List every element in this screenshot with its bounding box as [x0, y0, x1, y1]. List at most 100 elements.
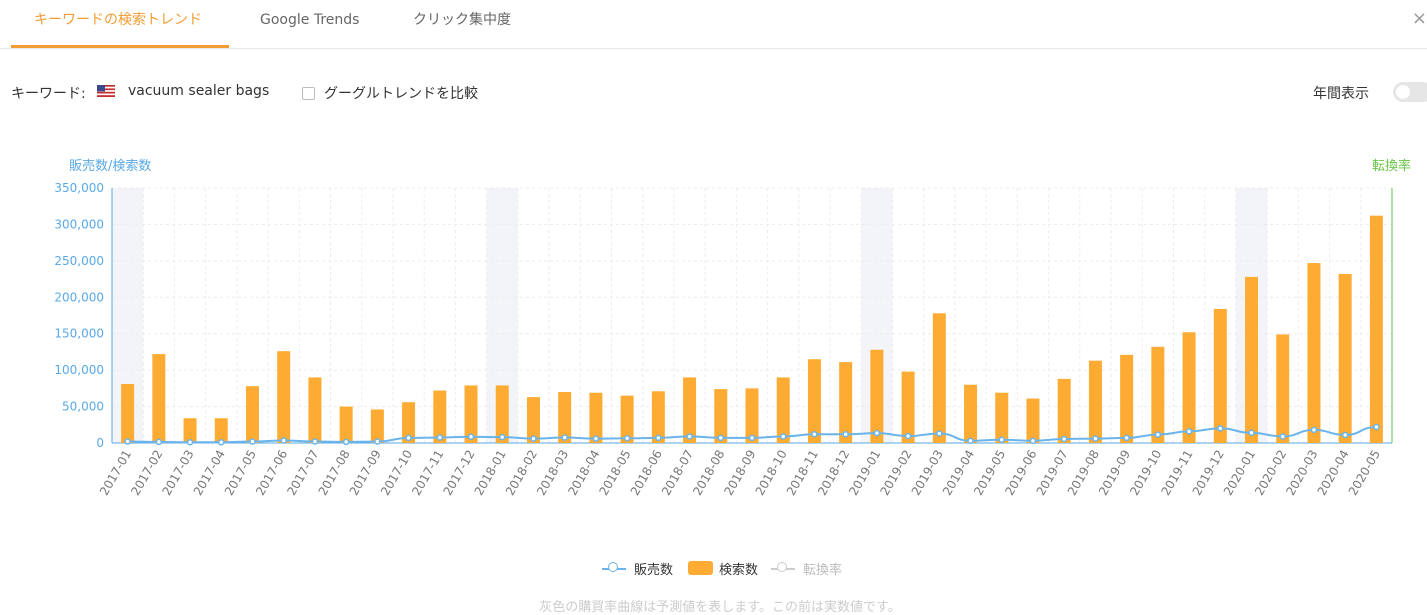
us-flag-icon [97, 85, 115, 97]
sales-point [686, 433, 693, 440]
sales-point [623, 435, 631, 442]
search-bar [370, 409, 384, 443]
search-bar [995, 392, 1009, 443]
legend-sales-label: 販売数 [634, 563, 674, 578]
search-bar [1245, 276, 1259, 443]
sales-point [717, 434, 725, 442]
tab-click-concentration[interactable]: クリック集中度 [413, 0, 511, 48]
y-axis-right-title: 転換率 [1372, 158, 1411, 174]
compare-label: グーグルトレンドを比較 [324, 86, 478, 102]
search-bar [1307, 263, 1321, 443]
search-bar [964, 384, 978, 443]
search-bar [932, 313, 946, 443]
active-tab-indicator [11, 45, 229, 48]
y-tick-label: 200,000 [54, 290, 104, 304]
search-bar [839, 362, 853, 443]
search-bar [683, 377, 697, 443]
y-axis-left-title: 販売数/検索数 [69, 158, 151, 174]
sales-point [1185, 428, 1193, 435]
checkbox-icon[interactable] [302, 87, 315, 100]
search-bar [1057, 378, 1071, 443]
sales-point [1279, 433, 1286, 440]
legend-searches-swatch [688, 561, 713, 575]
y-tick-label: 300,000 [54, 217, 104, 231]
legend-conversion-marker [777, 562, 787, 572]
sales-point [561, 434, 568, 441]
sales-point [873, 429, 881, 437]
sales-point [467, 433, 475, 441]
sales-point [498, 433, 506, 441]
sales-point [1154, 431, 1162, 438]
legend-sales-marker [608, 562, 618, 572]
sales-point [405, 434, 412, 442]
toggle-knob [1396, 85, 1410, 99]
sales-point [1092, 435, 1099, 442]
sales-point [249, 438, 256, 445]
sales-point [1341, 431, 1349, 439]
search-bar [1369, 215, 1383, 443]
sales-point [218, 439, 225, 446]
sales-point [811, 431, 818, 438]
sales-point [904, 432, 912, 440]
sales-point [124, 438, 131, 445]
keyword-value: vacuum sealer bags [128, 83, 270, 99]
sales-point [842, 431, 849, 438]
search-bar [1120, 354, 1134, 443]
sales-point [342, 438, 350, 446]
sales-point [311, 438, 319, 445]
year-view-toggle[interactable] [1393, 82, 1427, 102]
search-trend-chart: 0 50,000 100,000 150,000 200,000 250,000 300,0… [54, 158, 1411, 498]
search-bar [152, 354, 166, 443]
sales-point [1373, 423, 1380, 431]
sales-point [374, 438, 381, 445]
search-bar [870, 349, 884, 443]
search-bar [245, 386, 259, 443]
sales-point [436, 434, 444, 441]
y-tick-label: 350,000 [54, 181, 104, 195]
y-tick-label: 100,000 [54, 363, 104, 377]
sales-point [155, 438, 163, 446]
sales-point [186, 439, 194, 446]
tab-keyword-search-trend[interactable]: キーワードの検索トレンド [34, 0, 202, 48]
search-bar [121, 383, 135, 443]
sales-point [1029, 437, 1037, 445]
sales-point [1123, 434, 1130, 442]
search-bar [308, 377, 322, 443]
y-tick-label: 150,000 [54, 327, 104, 341]
sales-point [1060, 435, 1068, 443]
close-icon[interactable]: × [1412, 8, 1427, 29]
tab-bar: キーワードの検索トレンド Google Trends クリック集中度 × [0, 0, 1427, 49]
sales-point [280, 437, 287, 444]
y-tick-label: 250,000 [54, 254, 104, 268]
search-bar [1182, 332, 1196, 443]
search-bar [1338, 273, 1352, 443]
sales-point [936, 430, 943, 437]
sales-point [1217, 425, 1224, 432]
search-bar [277, 351, 291, 443]
search-bar [1026, 398, 1040, 443]
year-view-label: 年間表示 [1313, 86, 1369, 102]
sales-point [1310, 426, 1318, 434]
forecast-note: 灰色の購買率曲線は予測値を表します。この前は実数値です。 [539, 600, 901, 615]
tab-google-trends[interactable]: Google Trends [260, 0, 359, 48]
search-bar [339, 406, 353, 443]
search-bar [1213, 308, 1227, 443]
sales-point [592, 435, 600, 442]
search-bar [807, 359, 821, 443]
legend-searches-label: 検索数 [719, 563, 759, 578]
keyword-label: キーワード: [11, 86, 86, 102]
y-tick-label: 0 [96, 436, 104, 450]
sales-point [530, 435, 537, 442]
compare-google-trends-checkbox[interactable]: グーグルトレンドを比較 [302, 83, 478, 103]
sales-point [748, 434, 756, 442]
search-bar [901, 371, 915, 443]
search-bar [776, 377, 790, 443]
search-bar [1151, 346, 1165, 443]
sales-point [655, 434, 662, 442]
y-tick-label: 50,000 [62, 400, 104, 414]
sales-point [779, 433, 787, 440]
sales-point [967, 437, 974, 445]
sales-point [1248, 429, 1255, 437]
legend-conversion-label: 転換率 [803, 563, 843, 578]
search-bar [1088, 360, 1102, 443]
